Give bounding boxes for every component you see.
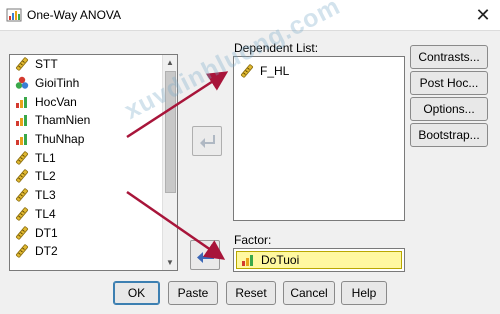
factor-value: DoTuoi xyxy=(261,253,300,267)
variable-list-item[interactable]: STT xyxy=(10,55,162,74)
cancel-button[interactable]: Cancel xyxy=(283,281,335,305)
variable-list-item[interactable]: TL1 xyxy=(10,148,162,167)
post-hoc-button[interactable]: Post Hoc... xyxy=(410,71,488,95)
arrow-left-icon xyxy=(197,248,214,263)
app-icon xyxy=(6,8,22,22)
variable-name: TL4 xyxy=(35,206,56,221)
help-button[interactable]: Help xyxy=(341,281,387,305)
vertical-scrollbar[interactable]: ▲ ▼ xyxy=(162,55,177,270)
variable-list-item[interactable]: GioiTinh xyxy=(10,74,162,93)
move-to-factor-button[interactable] xyxy=(190,240,220,270)
ordinal-icon xyxy=(16,96,27,108)
variable-list-item[interactable]: HocVan xyxy=(10,92,162,111)
ordinal-icon xyxy=(242,255,253,266)
factor-box[interactable]: DoTuoi xyxy=(233,248,405,272)
ruler-icon xyxy=(15,57,29,71)
variable-name: TL1 xyxy=(35,150,56,165)
contrasts-button[interactable]: Contrasts... xyxy=(410,45,488,69)
close-icon: ✕ xyxy=(475,5,491,25)
window-title: One-Way ANOVA xyxy=(27,8,122,22)
ordinal-icon xyxy=(16,115,27,127)
variable-list-item[interactable]: TL4 xyxy=(10,205,162,224)
ruler-icon xyxy=(15,188,29,202)
ok-button[interactable]: OK xyxy=(113,281,160,305)
variable-list-item[interactable]: DT2 xyxy=(10,242,162,261)
close-button[interactable]: ✕ xyxy=(466,0,500,30)
ruler-icon xyxy=(15,151,29,165)
variable-list-item[interactable]: DT1 xyxy=(10,223,162,242)
dependent-variable-name: F_HL xyxy=(260,64,290,79)
dependent-list-label: Dependent List: xyxy=(234,41,319,55)
variable-list-item[interactable]: TL3 xyxy=(10,186,162,205)
options-button[interactable]: Options... xyxy=(410,97,488,121)
paste-button[interactable]: Paste xyxy=(168,281,218,305)
variable-name: TL2 xyxy=(35,169,56,184)
variable-name: GioiTinh xyxy=(35,76,80,91)
factor-label: Factor: xyxy=(234,233,272,247)
scroll-up-icon[interactable]: ▲ xyxy=(163,55,177,70)
dependent-list-item[interactable]: F_HL xyxy=(234,62,404,81)
variable-name: HocVan xyxy=(35,94,77,109)
bootstrap-button[interactable]: Bootstrap... xyxy=(410,123,488,147)
arrow-left-icon xyxy=(200,135,215,148)
variable-name: TL3 xyxy=(35,188,56,203)
variable-name: ThuNhap xyxy=(35,132,85,147)
dependent-list-box[interactable]: F_HL xyxy=(233,56,405,221)
ruler-icon xyxy=(240,64,254,78)
variable-list-item[interactable]: ThuNhap xyxy=(10,130,162,149)
variable-items: STT GioiTinh HocVan ThamNien ThuNhap TL1 TL2 TL… xyxy=(10,55,162,261)
scroll-down-icon[interactable]: ▼ xyxy=(163,255,177,270)
variable-list-item[interactable]: ThamNien xyxy=(10,111,162,130)
variable-name: DT2 xyxy=(35,244,58,259)
ruler-icon xyxy=(15,225,29,240)
source-variable-list[interactable]: STT GioiTinh HocVan ThamNien ThuNhap TL1 TL2 TL… xyxy=(9,54,178,271)
factor-selected-variable[interactable]: DoTuoi xyxy=(236,251,402,269)
nominal-icon xyxy=(15,76,29,89)
ruler-icon xyxy=(15,169,29,184)
ordinal-icon xyxy=(16,134,27,146)
variable-list-item[interactable]: TL2 xyxy=(10,167,162,186)
variable-name: ThamNien xyxy=(35,113,91,128)
title-bar: One-Way ANOVA ✕ xyxy=(0,0,500,31)
scroll-thumb[interactable] xyxy=(165,71,176,193)
ruler-icon xyxy=(15,207,29,221)
variable-name: DT1 xyxy=(35,225,58,240)
move-to-dependent-button[interactable] xyxy=(192,126,222,156)
variable-name: STT xyxy=(35,57,58,72)
ruler-icon xyxy=(15,244,29,258)
reset-button[interactable]: Reset xyxy=(226,281,276,305)
